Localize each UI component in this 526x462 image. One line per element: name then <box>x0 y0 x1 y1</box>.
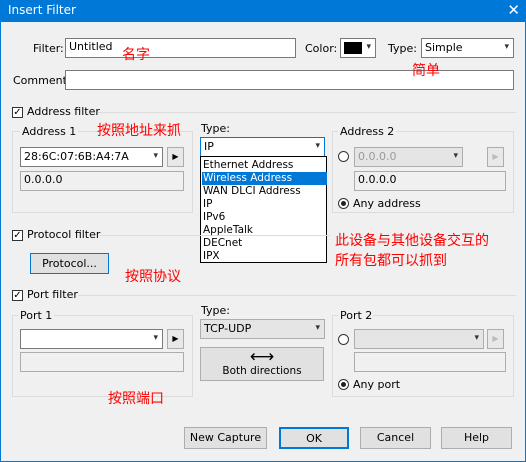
address2-select[interactable]: 0.0.0.0 ▾ <box>354 147 463 167</box>
annotation-name: 名字 <box>122 47 150 63</box>
address-type-select[interactable]: IP ▾ <box>200 137 325 157</box>
address2-sub-field: 0.0.0.0 <box>354 171 506 191</box>
double-arrow-icon: ⟷ <box>249 347 275 367</box>
color-label: Color: <box>305 42 338 55</box>
chevron-down-icon: ▾ <box>153 333 158 343</box>
address2-radio[interactable] <box>338 151 349 162</box>
type-select[interactable]: Simple ▾ <box>421 38 514 58</box>
filter-name-input[interactable]: Untitled <box>65 38 296 58</box>
port-type-value: TCP-UDP <box>204 322 252 335</box>
address-type-value: IP <box>204 140 214 153</box>
any-address-radio[interactable] <box>338 198 349 209</box>
address-filter-checkbox[interactable]: ✓ <box>12 107 23 118</box>
divider <box>100 235 330 236</box>
dropdown-option[interactable]: IPX <box>202 250 327 263</box>
any-port-label: Any port <box>353 378 401 391</box>
dropdown-option[interactable]: DECnet <box>202 237 327 250</box>
address1-book-button[interactable]: ▶ <box>167 147 184 167</box>
port2-sub-field <box>354 352 506 372</box>
port1-sub-field <box>20 352 184 372</box>
any-address-label: Any address <box>353 197 421 210</box>
dropdown-option[interactable]: IPv6 <box>202 211 327 224</box>
dropdown-option[interactable]: Ethernet Address <box>202 159 327 172</box>
annotation-device-line1: 此设备与其他设备交互的 <box>335 233 489 249</box>
port-type-select[interactable]: TCP-UDP ▾ <box>200 319 325 339</box>
annotation-simple: 简单 <box>412 63 440 79</box>
color-picker[interactable]: ▾ <box>340 38 376 58</box>
comment-label: Comment: <box>13 74 71 87</box>
divider <box>98 112 516 113</box>
divider <box>78 295 516 296</box>
port1-book-button[interactable]: ▶ <box>167 329 184 349</box>
annotation-by-address: 按照地址来抓 <box>97 123 181 139</box>
port1-label: Port 1 <box>18 309 55 322</box>
port2-select[interactable]: ▾ <box>354 329 484 349</box>
ok-button[interactable]: OK <box>279 427 349 449</box>
address1-label: Address 1 <box>20 125 79 138</box>
address-filter-label: Address filter <box>27 105 100 118</box>
port2-label: Port 2 <box>338 309 375 322</box>
chevron-down-icon: ▾ <box>474 333 479 343</box>
address2-label: Address 2 <box>338 125 397 138</box>
chevron-down-icon: ▾ <box>504 42 509 52</box>
port2-radio[interactable] <box>338 334 349 345</box>
type-select-value: Simple <box>425 41 463 54</box>
port-filter-checkbox[interactable]: ✓ <box>12 290 23 301</box>
annotation-device-line2: 所有包都可以抓到 <box>335 253 447 269</box>
address1-sub-field: 0.0.0.0 <box>20 171 184 191</box>
any-port-radio[interactable] <box>338 379 349 390</box>
protocol-button[interactable]: Protocol... <box>30 253 109 274</box>
address1-value: 28:6C:07:6B:A4:7A <box>24 150 129 163</box>
new-capture-button[interactable]: New Capture <box>184 427 267 449</box>
color-swatch <box>344 42 362 54</box>
direction-label: Both directions <box>222 365 302 377</box>
annotation-by-protocol: 按照协议 <box>125 269 181 285</box>
direction-button[interactable]: ⟷ Both directions <box>200 347 324 381</box>
chevron-down-icon: ▾ <box>315 141 320 151</box>
address-type-label: Type: <box>201 122 230 135</box>
port1-select[interactable]: ▾ <box>20 329 163 349</box>
window-title: Insert Filter <box>8 3 76 17</box>
dropdown-option-selected[interactable]: Wireless Address <box>202 172 327 185</box>
address2-book-button[interactable]: ▶ <box>487 147 504 167</box>
port2-book-button[interactable]: ▶ <box>487 329 504 349</box>
dropdown-option[interactable]: WAN DLCI Address <box>202 185 327 198</box>
chevron-down-icon: ▾ <box>153 151 158 161</box>
protocol-filter-label: Protocol filter <box>27 228 101 241</box>
annotation-by-port: 按照端口 <box>108 391 164 407</box>
chevron-down-icon: ▾ <box>453 151 458 161</box>
chevron-down-icon: ▾ <box>366 42 371 52</box>
address2-value: 0.0.0.0 <box>358 150 397 163</box>
comment-input[interactable] <box>65 70 514 90</box>
chevron-down-icon: ▾ <box>315 323 320 333</box>
address-type-dropdown: Ethernet Address Wireless Address WAN DL… <box>200 156 327 263</box>
port-filter-label: Port filter <box>27 288 78 301</box>
port-type-label: Type: <box>201 304 230 317</box>
dropdown-option[interactable]: IP <box>202 198 327 211</box>
close-icon[interactable]: ✕ <box>507 1 520 19</box>
cancel-button[interactable]: Cancel <box>360 427 431 449</box>
type-label: Type: <box>388 42 417 55</box>
filter-label: Filter: <box>33 42 64 55</box>
protocol-filter-checkbox[interactable]: ✓ <box>12 230 23 241</box>
help-button[interactable]: Help <box>441 427 512 449</box>
address1-select[interactable]: 28:6C:07:6B:A4:7A ▾ <box>20 147 163 167</box>
title-bar: Insert Filter ✕ <box>0 0 526 22</box>
